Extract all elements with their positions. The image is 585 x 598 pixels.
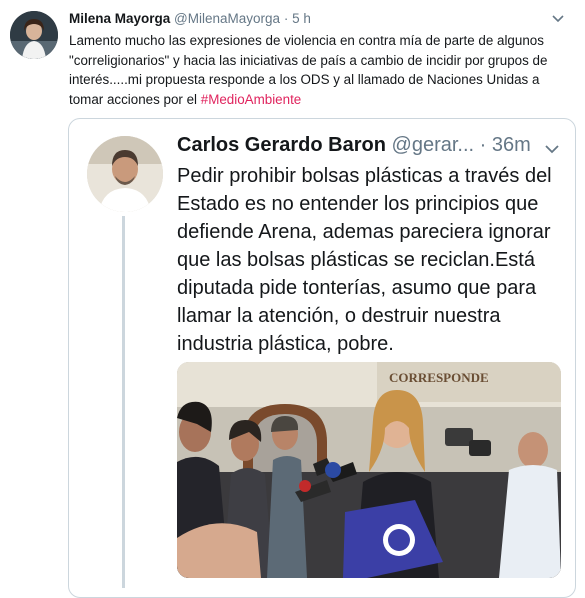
tweet-text-body: Lamento mucho las expresiones de violenc… bbox=[69, 33, 548, 107]
quoted-tweet-header: Carlos Gerardo Baron @gerar... · 36m bbox=[177, 134, 531, 157]
hashtag-link[interactable]: #MedioAmbiente bbox=[201, 92, 302, 107]
author-avatar[interactable] bbox=[10, 11, 58, 59]
thread-line bbox=[122, 216, 125, 588]
tweet-header: Milena Mayorga @MilenaMayorga · 5 h bbox=[69, 11, 311, 26]
photo-sign-text: CORRESPONDE bbox=[389, 370, 489, 385]
author-name[interactable]: Milena Mayorga bbox=[69, 11, 170, 26]
quoted-tweet-text: Pedir prohibir bolsas plásticas a través… bbox=[177, 165, 552, 355]
separator: · bbox=[479, 134, 487, 156]
chevron-down-icon[interactable] bbox=[548, 8, 568, 28]
tweet-text: Lamento mucho las expresiones de violenc… bbox=[69, 31, 574, 109]
author-handle[interactable]: @MilenaMayorga bbox=[174, 11, 280, 26]
quoted-tweet-timestamp[interactable]: 36m bbox=[492, 134, 531, 156]
quoted-author-avatar[interactable] bbox=[87, 136, 163, 212]
quoted-author-name[interactable]: Carlos Gerardo Baron bbox=[177, 134, 386, 156]
separator: · bbox=[283, 11, 289, 26]
tweet: Milena Mayorga @MilenaMayorga · 5 h Lame… bbox=[0, 0, 585, 598]
quoted-author-handle[interactable]: @gerar... bbox=[392, 134, 475, 156]
chevron-down-icon[interactable] bbox=[540, 137, 564, 161]
tweet-timestamp[interactable]: 5 h bbox=[292, 11, 311, 26]
quoted-tweet-photo[interactable]: CORRESPONDE bbox=[177, 362, 561, 578]
